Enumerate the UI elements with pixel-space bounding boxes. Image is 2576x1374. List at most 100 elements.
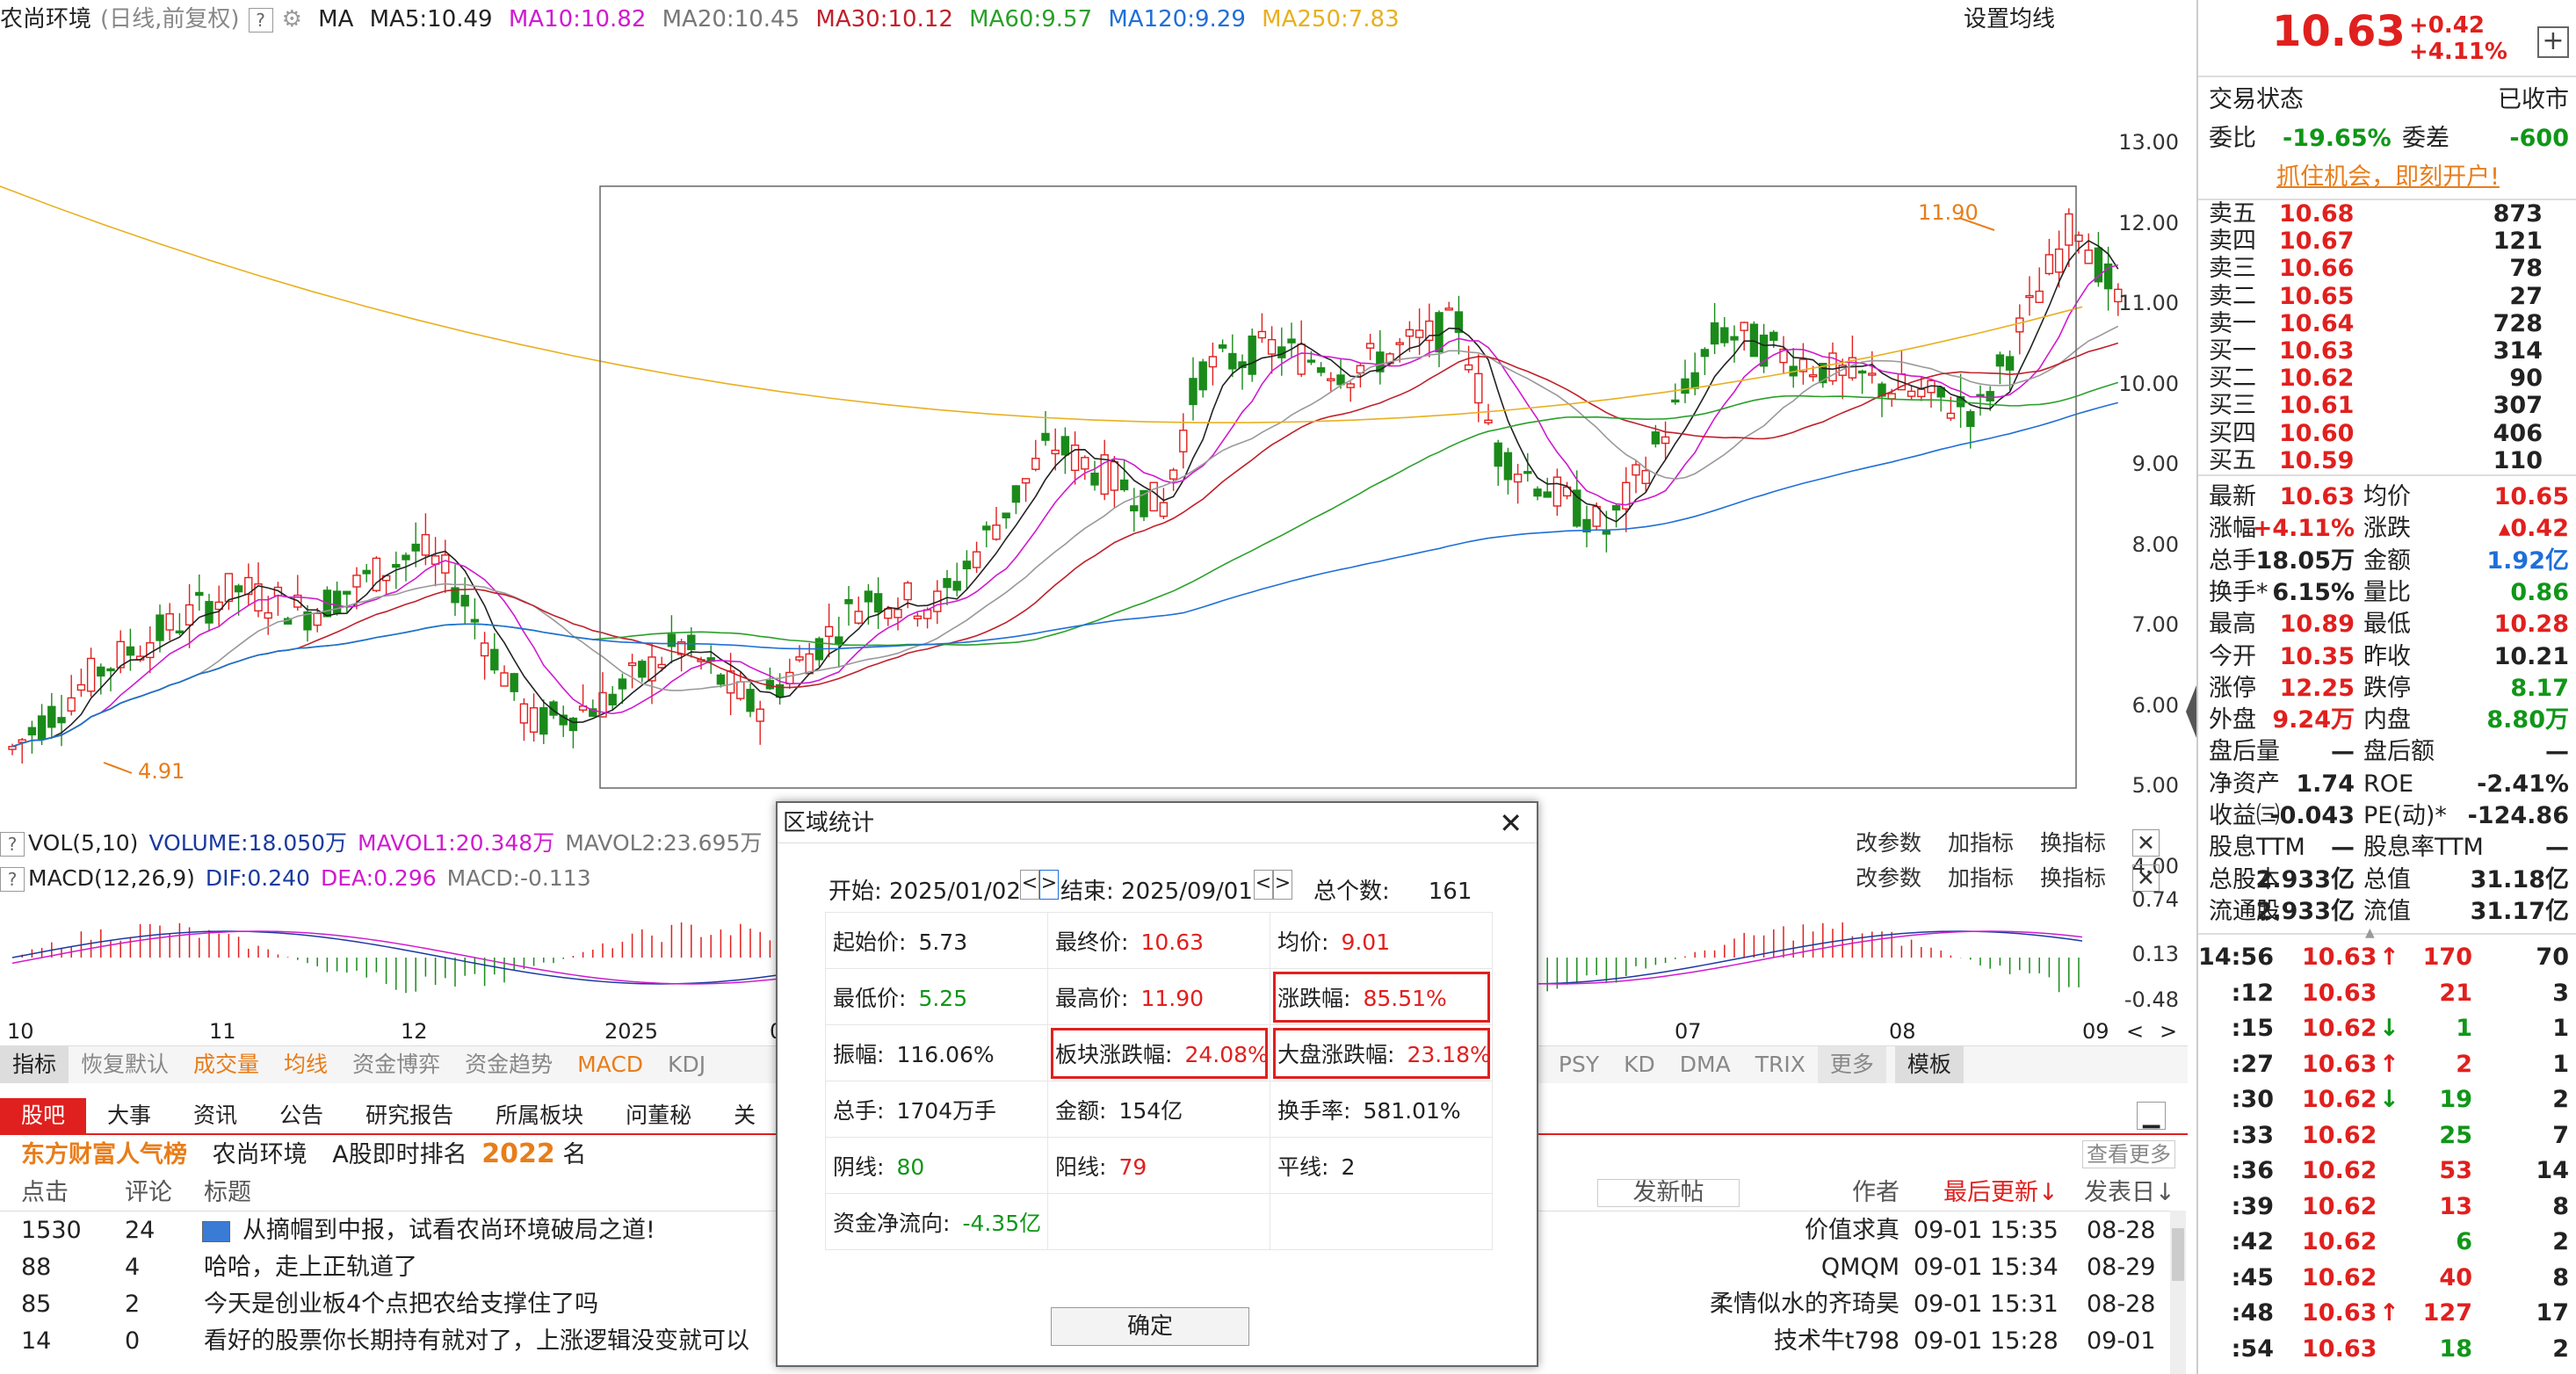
ask-row[interactable]: 卖一 10.64 728 — [2209, 310, 2569, 337]
vol-add-indicator[interactable]: 加指标 — [1948, 830, 2014, 856]
quote-panel: 10.63 +0.42 +4.11% + 交易状态 已收市 委比 -19.65% … — [2196, 0, 2576, 1374]
gear-icon[interactable]: ⚙ — [282, 6, 302, 33]
ask-row[interactable]: 卖四 10.67 121 — [2209, 228, 2569, 255]
post-title[interactable]: 哈哈，走上正轨道了 — [204, 1249, 417, 1286]
tab-qa[interactable]: 问董秘 — [604, 1098, 713, 1133]
candle-body — [76, 683, 86, 691]
col-published[interactable]: 发表日↓ — [2084, 1175, 2175, 1211]
candle-body — [97, 666, 105, 677]
tab-template[interactable]: 模板 — [1894, 1046, 1964, 1083]
tab-ma[interactable]: 均线 — [271, 1046, 340, 1083]
candle-body — [1336, 374, 1345, 386]
stat-label: 内盘 — [2363, 706, 2411, 734]
post-title[interactable]: 今天是创业板4个点把农给支撑住了吗 — [204, 1286, 598, 1323]
tick-count: 8 — [2552, 1192, 2569, 1220]
vol-switch-indicator[interactable]: 换指标 — [2040, 830, 2106, 856]
ma-settings-button[interactable]: 设置均线 — [1964, 0, 2055, 39]
chevron-right-icon[interactable]: > — [1039, 870, 1059, 900]
stats-value: 9.01 — [1341, 929, 1391, 955]
stats-cell: 板块涨跌幅: 24.08% — [1047, 1024, 1270, 1081]
bid-row[interactable]: 买四 10.60 406 — [2209, 420, 2569, 447]
chevron-left-icon[interactable]: < — [1254, 870, 1273, 900]
tab-guba[interactable]: 股吧 — [0, 1098, 87, 1133]
macd-edit-params[interactable]: 改参数 — [1856, 865, 1921, 891]
ask-row[interactable]: 卖五 10.68 873 — [2209, 200, 2569, 228]
post-author[interactable]: 技术牛t798 — [1774, 1323, 1899, 1360]
post-title[interactable]: 看好的股票你长期持有就对了，上涨逻辑没变就可以 — [204, 1323, 749, 1360]
macd-add-indicator[interactable]: 加指标 — [1948, 865, 2014, 891]
vol-edit-params[interactable]: 改参数 — [1856, 830, 1921, 856]
collapse-icon[interactable]: ▁ — [2137, 1102, 2167, 1130]
tab-research[interactable]: 研究报告 — [344, 1098, 474, 1133]
stats-row: 振幅: 116.06% 板块涨跌幅: 24.08% 大盘涨跌幅: 23.18% — [825, 1024, 1493, 1081]
rank-brand: 东方财富人气榜 — [21, 1141, 187, 1168]
chevron-left-icon[interactable]: < — [1020, 870, 1039, 900]
candle-body — [1690, 372, 1699, 389]
tab-more[interactable]: 更多 — [1817, 1046, 1886, 1083]
candle-body — [1740, 322, 1748, 331]
tab-events[interactable]: 大事 — [86, 1098, 172, 1133]
stat-row: 最高 10.89 最低 10.28 — [2209, 609, 2569, 640]
volume-value: VOLUME:18.050万 — [148, 830, 348, 856]
chevron-left-icon[interactable]: < — [2126, 1019, 2144, 1044]
tab-news[interactable]: 资讯 — [172, 1098, 258, 1133]
list-scrollbar[interactable] — [2170, 1211, 2186, 1374]
tab-capital-trend[interactable]: 资金趋势 — [452, 1046, 565, 1083]
chevron-up-icon[interactable]: ▲ — [2365, 926, 2375, 940]
ask-row[interactable]: 卖三 10.66 78 — [2209, 255, 2569, 282]
tab-macd[interactable]: MACD — [565, 1046, 655, 1083]
new-post-button[interactable]: 发新帖 — [1597, 1179, 1740, 1207]
stats-label: 最终价: — [1055, 929, 1129, 955]
candle-body — [864, 590, 873, 603]
tick-volume: 18 — [2439, 1334, 2472, 1363]
macd-tick: 0.13 — [2131, 942, 2179, 966]
ok-button[interactable]: 确定 — [1051, 1307, 1249, 1346]
bid-row[interactable]: 买二 10.62 90 — [2209, 365, 2569, 392]
bid-row[interactable]: 买三 10.61 307 — [2209, 392, 2569, 419]
tab-indicator[interactable]: 指标 — [0, 1046, 69, 1083]
candlestick-chart[interactable]: 11.90 4.91 — [0, 39, 2188, 829]
stats-label: 总手: — [833, 1097, 885, 1124]
bid-row[interactable]: 买一 10.63 314 — [2209, 337, 2569, 365]
tab-sectors[interactable]: 所属板块 — [474, 1098, 604, 1133]
vol-name: VOL(5,10) — [28, 830, 139, 856]
tab-related[interactable]: 关 — [713, 1098, 777, 1133]
tab-reset[interactable]: 恢复默认 — [69, 1046, 181, 1083]
chevron-right-icon[interactable]: > — [2160, 1019, 2177, 1044]
tab-kdj[interactable]: KDJ — [655, 1046, 718, 1083]
view-more-button[interactable]: 查看更多 — [2082, 1140, 2175, 1168]
candle-body — [894, 609, 902, 618]
chevron-right-icon[interactable]: > — [1273, 870, 1292, 900]
tick-count: 2 — [2552, 1086, 2569, 1113]
col-updated[interactable]: 最后更新↓ — [1943, 1175, 2059, 1211]
rank-label: A股即时排名 — [332, 1141, 467, 1168]
tab-kd[interactable]: KD — [1611, 1046, 1668, 1083]
ask-row[interactable]: 卖二 10.65 27 — [2209, 283, 2569, 310]
x-tick: 11 — [209, 1019, 236, 1044]
post-title[interactable]: 从摘帽到中报，试看农尚环境破局之道! — [242, 1212, 655, 1249]
open-account-link[interactable]: 抓住机会，即刻开户! — [2198, 160, 2576, 195]
level-label: 买五 — [2209, 446, 2256, 474]
close-icon[interactable]: ✕ — [2132, 829, 2160, 857]
help-icon[interactable]: ? — [0, 867, 25, 892]
bid-row[interactable]: 买五 10.59 110 — [2209, 447, 2569, 474]
tick-price: 10.63 — [2302, 1334, 2377, 1363]
tab-capital-game[interactable]: 资金博弈 — [340, 1046, 452, 1083]
post-author[interactable]: QMQM — [1821, 1249, 1899, 1286]
tab-announcements[interactable]: 公告 — [258, 1098, 344, 1133]
tab-dma[interactable]: DMA — [1668, 1046, 1743, 1083]
candle-body — [716, 674, 726, 685]
stat-value: — — [2331, 738, 2355, 766]
tab-psy[interactable]: PSY — [1546, 1046, 1611, 1083]
tab-volume[interactable]: 成交量 — [181, 1046, 271, 1083]
add-watchlist-icon[interactable]: + — [2537, 26, 2569, 58]
candle-body — [57, 717, 66, 724]
level-label: 卖三 — [2209, 255, 2256, 283]
post-author[interactable]: 价值求真 — [1805, 1212, 1899, 1249]
post-author[interactable]: 柔情似水的齐琦昊 — [1710, 1286, 1899, 1323]
candle-body — [1946, 412, 1956, 419]
help-icon[interactable]: ? — [0, 832, 25, 857]
close-icon[interactable]: ✕ — [1499, 806, 1523, 840]
tab-trix[interactable]: TRIX — [1743, 1046, 1818, 1083]
help-icon[interactable]: ? — [248, 8, 273, 33]
